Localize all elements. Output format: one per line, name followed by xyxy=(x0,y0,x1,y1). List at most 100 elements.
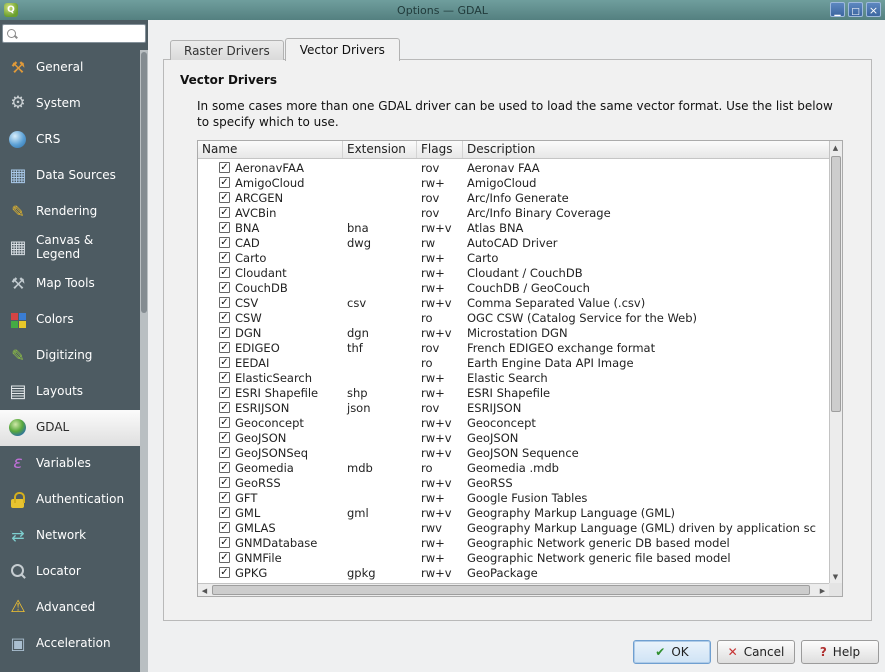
driver-enabled-checkbox[interactable]: ✓ xyxy=(219,327,230,338)
scroll-right-button[interactable]: ▶ xyxy=(816,584,829,597)
help-button[interactable]: ? Help xyxy=(801,640,879,664)
driver-enabled-checkbox[interactable]: ✓ xyxy=(219,342,230,353)
table-row[interactable]: ✓ GNMDatabase rw+ Geographic Network gen… xyxy=(198,535,829,550)
table-row[interactable]: ✓ AeronavFAA rov Aeronav FAA xyxy=(198,160,829,175)
sidebar-item-system[interactable]: System xyxy=(0,86,140,122)
driver-enabled-checkbox[interactable]: ✓ xyxy=(219,372,230,383)
sidebar-item-layouts[interactable]: Layouts xyxy=(0,374,140,410)
driver-enabled-checkbox[interactable]: ✓ xyxy=(219,402,230,413)
scroll-down-button[interactable]: ▼ xyxy=(829,570,842,583)
driver-enabled-checkbox[interactable]: ✓ xyxy=(219,492,230,503)
table-row[interactable]: ✓ Carto rw+ Carto xyxy=(198,250,829,265)
table-row[interactable]: ✓ GFT rw+ Google Fusion Tables xyxy=(198,490,829,505)
driver-enabled-checkbox[interactable]: ✓ xyxy=(219,177,230,188)
vertical-scrollbar-handle[interactable] xyxy=(831,156,841,412)
horizontal-scrollbar-handle[interactable] xyxy=(212,585,810,595)
crs-globe-icon xyxy=(7,130,29,150)
driver-enabled-checkbox[interactable]: ✓ xyxy=(219,507,230,518)
table-row[interactable]: ✓ EDIGEO thf rov French EDIGEO exchange … xyxy=(198,340,829,355)
driver-enabled-checkbox[interactable]: ✓ xyxy=(219,252,230,263)
column-header-flags[interactable]: Flags xyxy=(417,141,463,158)
sidebar-item-gdal[interactable]: GDAL xyxy=(0,410,140,446)
scroll-up-button[interactable]: ▲ xyxy=(829,141,842,154)
sidebar-item-variables[interactable]: Variables xyxy=(0,446,140,482)
table-row[interactable]: ✓ AmigoCloud rw+ AmigoCloud xyxy=(198,175,829,190)
driver-enabled-checkbox[interactable]: ✓ xyxy=(219,282,230,293)
table-row[interactable]: ✓ EEDAI ro Earth Engine Data API Image xyxy=(198,355,829,370)
table-row[interactable]: ✓ CAD dwg rw AutoCAD Driver xyxy=(198,235,829,250)
sidebar-item-canvas-legend[interactable]: Canvas & Legend xyxy=(0,230,140,266)
horizontal-scrollbar[interactable]: ◀ ▶ xyxy=(198,583,829,596)
search-input[interactable] xyxy=(21,27,145,40)
table-row[interactable]: ✓ GeoRSS rw+v GeoRSS xyxy=(198,475,829,490)
column-header-description[interactable]: Description xyxy=(463,141,829,158)
driver-description: Arc/Info Binary Coverage xyxy=(463,206,829,220)
driver-enabled-checkbox[interactable]: ✓ xyxy=(219,207,230,218)
driver-enabled-checkbox[interactable]: ✓ xyxy=(219,357,230,368)
driver-enabled-checkbox[interactable]: ✓ xyxy=(219,432,230,443)
driver-enabled-checkbox[interactable]: ✓ xyxy=(219,162,230,173)
table-row[interactable]: ✓ ESRI Shapefile shp rw+ ESRI Shapefile xyxy=(198,385,829,400)
driver-enabled-checkbox[interactable]: ✓ xyxy=(219,447,230,458)
driver-enabled-checkbox[interactable]: ✓ xyxy=(219,537,230,548)
table-row[interactable]: ✓ CSW ro OGC CSW (Catalog Service for th… xyxy=(198,310,829,325)
sidebar-item-colors[interactable]: Colors xyxy=(0,302,140,338)
table-row[interactable]: ✓ ESRIJSON json rov ESRIJSON xyxy=(198,400,829,415)
table-row[interactable]: ✓ BNA bna rw+v Atlas BNA xyxy=(198,220,829,235)
table-row[interactable]: ✓ GNMFile rw+ Geographic Network generic… xyxy=(198,550,829,565)
table-row[interactable]: ✓ CouchDB rw+ CouchDB / GeoCouch xyxy=(198,280,829,295)
table-row[interactable]: ✓ Geomedia mdb ro Geomedia .mdb xyxy=(198,460,829,475)
table-row[interactable]: ✓ CSV csv rw+v Comma Separated Value (.c… xyxy=(198,295,829,310)
vertical-scrollbar[interactable]: ▲ ▼ xyxy=(829,141,842,583)
close-button[interactable] xyxy=(866,2,881,17)
table-row[interactable]: ✓ ElasticSearch rw+ Elastic Search xyxy=(198,370,829,385)
tab-raster-drivers[interactable]: Raster Drivers xyxy=(170,40,284,60)
sidebar-item-advanced[interactable]: Advanced xyxy=(0,590,140,626)
minimize-icon xyxy=(834,3,840,17)
sidebar-item-general[interactable]: General xyxy=(0,50,140,86)
sidebar-item-map-tools[interactable]: Map Tools xyxy=(0,266,140,302)
table-row[interactable]: ✓ ARCGEN rov Arc/Info Generate xyxy=(198,190,829,205)
driver-enabled-checkbox[interactable]: ✓ xyxy=(219,477,230,488)
minimize-button[interactable] xyxy=(830,2,845,17)
driver-enabled-checkbox[interactable]: ✓ xyxy=(219,462,230,473)
sidebar-item-authentication[interactable]: Authentication xyxy=(0,482,140,518)
driver-enabled-checkbox[interactable]: ✓ xyxy=(219,552,230,563)
sidebar-item-acceleration[interactable]: Acceleration xyxy=(0,626,140,662)
sidebar-scrollbar[interactable] xyxy=(140,50,148,672)
table-row[interactable]: ✓ GMLAS rwv Geography Markup Language (G… xyxy=(198,520,829,535)
driver-enabled-checkbox[interactable]: ✓ xyxy=(219,312,230,323)
sidebar-item-data-sources[interactable]: Data Sources xyxy=(0,158,140,194)
driver-enabled-checkbox[interactable]: ✓ xyxy=(219,417,230,428)
tab-vector-drivers[interactable]: Vector Drivers xyxy=(285,38,400,61)
table-row[interactable]: ✓ DGN dgn rw+v Microstation DGN xyxy=(198,325,829,340)
driver-enabled-checkbox[interactable]: ✓ xyxy=(219,267,230,278)
sidebar-item-locator[interactable]: Locator xyxy=(0,554,140,590)
cancel-button[interactable]: ✕ Cancel xyxy=(717,640,795,664)
table-row[interactable]: ✓ GML gml rw+v Geography Markup Language… xyxy=(198,505,829,520)
sidebar-item-crs[interactable]: CRS xyxy=(0,122,140,158)
table-row[interactable]: ✓ GPKG gpkg rw+v GeoPackage xyxy=(198,565,829,580)
sidebar-item-rendering[interactable]: Rendering xyxy=(0,194,140,230)
sidebar-item-digitizing[interactable]: Digitizing xyxy=(0,338,140,374)
driver-enabled-checkbox[interactable]: ✓ xyxy=(219,387,230,398)
driver-enabled-checkbox[interactable]: ✓ xyxy=(219,522,230,533)
table-row[interactable]: ✓ AVCBin rov Arc/Info Binary Coverage xyxy=(198,205,829,220)
table-row[interactable]: ✓ GeoJSONSeq rw+v GeoJSON Sequence xyxy=(198,445,829,460)
driver-enabled-checkbox[interactable]: ✓ xyxy=(219,297,230,308)
ok-button[interactable]: ✔ OK xyxy=(633,640,711,664)
table-row[interactable]: ✓ GeoJSON rw+v GeoJSON xyxy=(198,430,829,445)
table-row[interactable]: ✓ Cloudant rw+ Cloudant / CouchDB xyxy=(198,265,829,280)
driver-enabled-checkbox[interactable]: ✓ xyxy=(219,237,230,248)
scroll-left-button[interactable]: ◀ xyxy=(198,584,211,597)
driver-enabled-checkbox[interactable]: ✓ xyxy=(219,222,230,233)
sidebar-scrollbar-handle[interactable] xyxy=(141,52,147,313)
sidebar-item-network[interactable]: Network xyxy=(0,518,140,554)
column-header-name[interactable]: Name xyxy=(198,141,343,158)
maximize-button[interactable] xyxy=(848,2,863,17)
driver-enabled-checkbox[interactable]: ✓ xyxy=(219,567,230,578)
driver-enabled-checkbox[interactable]: ✓ xyxy=(219,192,230,203)
driver-description: Earth Engine Data API Image xyxy=(463,356,829,370)
table-row[interactable]: ✓ Geoconcept rw+v Geoconcept xyxy=(198,415,829,430)
column-header-extension[interactable]: Extension xyxy=(343,141,417,158)
